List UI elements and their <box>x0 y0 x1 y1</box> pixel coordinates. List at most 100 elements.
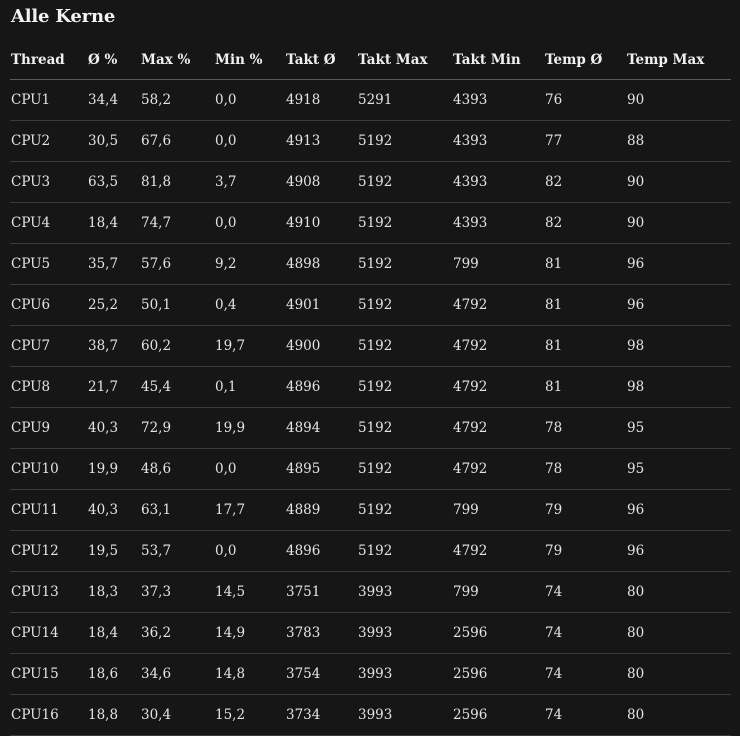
cell-avg-percent: 30,5 <box>87 120 140 162</box>
cell-thread: CPU13 <box>10 571 87 613</box>
cell-temp-max: 95 <box>626 407 731 449</box>
cell-avg-percent: 25,2 <box>87 284 140 326</box>
cell-temp-max: 95 <box>626 448 731 490</box>
cell-max-percent: 74,7 <box>140 202 214 244</box>
cell-temp-avg: 74 <box>544 694 626 736</box>
cell-clock-min: 2596 <box>452 653 544 695</box>
table-row: CPU10 19,9 48,6 0,0 4895 5192 4792 78 95 <box>10 448 731 490</box>
cell-clock-avg: 4908 <box>285 161 357 203</box>
cell-temp-avg: 78 <box>544 407 626 449</box>
cell-avg-percent: 19,9 <box>87 448 140 490</box>
cell-min-percent: 19,9 <box>214 407 285 449</box>
cell-clock-min: 4393 <box>452 161 544 203</box>
cell-temp-avg: 76 <box>544 79 626 121</box>
cell-max-percent: 48,6 <box>140 448 214 490</box>
cell-clock-avg: 3783 <box>285 612 357 654</box>
cell-max-percent: 30,4 <box>140 694 214 736</box>
cell-clock-max: 5192 <box>357 407 452 449</box>
table-row: CPU16 18,8 30,4 15,2 3734 3993 2596 74 80 <box>10 694 731 736</box>
cell-clock-min: 2596 <box>452 694 544 736</box>
cell-max-percent: 67,6 <box>140 120 214 162</box>
table-body: CPU1 34,4 58,2 0,0 4918 5291 4393 76 90 CPU2 30,5 6… <box>10 79 731 736</box>
cell-thread: CPU7 <box>10 325 87 367</box>
cell-clock-max: 3993 <box>357 571 452 613</box>
cell-avg-percent: 18,3 <box>87 571 140 613</box>
column-header-clock-min: Takt Min <box>452 40 544 80</box>
cell-temp-avg: 81 <box>544 325 626 367</box>
table-row: CPU6 25,2 50,1 0,4 4901 5192 4792 81 96 <box>10 284 731 326</box>
cell-clock-min: 4792 <box>452 530 544 572</box>
cell-min-percent: 19,7 <box>214 325 285 367</box>
cell-clock-max: 5192 <box>357 243 452 285</box>
cell-max-percent: 37,3 <box>140 571 214 613</box>
cell-clock-max: 5192 <box>357 284 452 326</box>
cell-clock-max: 5192 <box>357 366 452 408</box>
cell-temp-avg: 81 <box>544 284 626 326</box>
cell-avg-percent: 38,7 <box>87 325 140 367</box>
cell-avg-percent: 40,3 <box>87 407 140 449</box>
column-header-thread: Thread <box>10 40 87 80</box>
cell-clock-min: 4393 <box>452 202 544 244</box>
cell-clock-avg: 4898 <box>285 243 357 285</box>
cell-clock-avg: 4896 <box>285 366 357 408</box>
column-header-clock-max: Takt Max <box>357 40 452 80</box>
cell-clock-avg: 3754 <box>285 653 357 695</box>
cell-min-percent: 0,0 <box>214 120 285 162</box>
cell-temp-max: 80 <box>626 571 731 613</box>
cell-thread: CPU1 <box>10 79 87 121</box>
cell-clock-min: 799 <box>452 489 544 531</box>
cell-max-percent: 81,8 <box>140 161 214 203</box>
cell-thread: CPU4 <box>10 202 87 244</box>
cell-thread: CPU10 <box>10 448 87 490</box>
cell-clock-max: 5192 <box>357 161 452 203</box>
cell-clock-avg: 3751 <box>285 571 357 613</box>
cell-thread: CPU12 <box>10 530 87 572</box>
cell-temp-avg: 79 <box>544 489 626 531</box>
cell-clock-avg: 3734 <box>285 694 357 736</box>
cell-clock-avg: 4918 <box>285 79 357 121</box>
cell-max-percent: 63,1 <box>140 489 214 531</box>
table-row: CPU15 18,6 34,6 14,8 3754 3993 2596 74 80 <box>10 653 731 695</box>
page-title: Alle Kerne <box>11 6 116 27</box>
cell-temp-max: 90 <box>626 161 731 203</box>
cell-clock-avg: 4894 <box>285 407 357 449</box>
cell-clock-min: 4393 <box>452 79 544 121</box>
cell-temp-avg: 77 <box>544 120 626 162</box>
cell-clock-avg: 4901 <box>285 284 357 326</box>
cell-temp-max: 98 <box>626 325 731 367</box>
cell-temp-max: 96 <box>626 489 731 531</box>
cell-avg-percent: 21,7 <box>87 366 140 408</box>
cell-min-percent: 0,0 <box>214 530 285 572</box>
cell-temp-avg: 81 <box>544 243 626 285</box>
cell-temp-max: 90 <box>626 202 731 244</box>
cell-clock-max: 5192 <box>357 325 452 367</box>
cell-clock-max: 3993 <box>357 694 452 736</box>
cell-clock-max: 3993 <box>357 612 452 654</box>
cell-clock-min: 799 <box>452 571 544 613</box>
cell-thread: CPU3 <box>10 161 87 203</box>
cell-temp-max: 80 <box>626 653 731 695</box>
cell-temp-avg: 78 <box>544 448 626 490</box>
cell-temp-max: 80 <box>626 612 731 654</box>
cell-avg-percent: 18,6 <box>87 653 140 695</box>
cell-clock-avg: 4895 <box>285 448 357 490</box>
cell-min-percent: 0,0 <box>214 79 285 121</box>
table-row: CPU14 18,4 36,2 14,9 3783 3993 2596 74 80 <box>10 612 731 654</box>
cell-thread: CPU6 <box>10 284 87 326</box>
cell-min-percent: 0,0 <box>214 448 285 490</box>
table-row: CPU3 63,5 81,8 3,7 4908 5192 4393 82 90 <box>10 161 731 203</box>
cell-min-percent: 15,2 <box>214 694 285 736</box>
cell-clock-max: 5291 <box>357 79 452 121</box>
cell-thread: CPU15 <box>10 653 87 695</box>
cell-clock-max: 5192 <box>357 489 452 531</box>
column-header-min-percent: Min % <box>214 40 285 80</box>
cell-max-percent: 58,2 <box>140 79 214 121</box>
cell-temp-avg: 74 <box>544 653 626 695</box>
cell-max-percent: 34,6 <box>140 653 214 695</box>
cell-thread: CPU9 <box>10 407 87 449</box>
cell-clock-max: 5192 <box>357 448 452 490</box>
cell-min-percent: 3,7 <box>214 161 285 203</box>
table-row: CPU11 40,3 63,1 17,7 4889 5192 799 79 96 <box>10 489 731 531</box>
cell-clock-avg: 4896 <box>285 530 357 572</box>
cell-clock-max: 5192 <box>357 530 452 572</box>
